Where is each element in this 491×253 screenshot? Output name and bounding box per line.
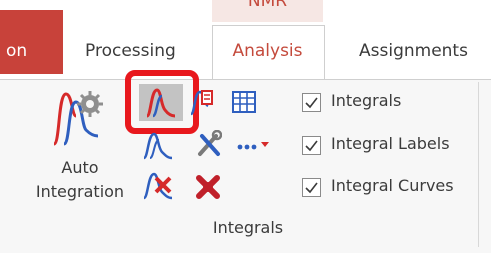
integral-table-button[interactable] [231,90,257,114]
group-label: Integrals [212,218,284,237]
integral-tools-button[interactable] [196,130,222,158]
table-icon [232,91,256,113]
tab-processing[interactable]: Processing [85,41,176,61]
integral-split-icon [142,132,173,160]
wrench-screwdriver-icon [198,130,222,156]
auto-integration-line2: Integration [35,182,125,201]
integral-split-button[interactable] [140,130,174,160]
integral-labels-label: Integral Labels [331,134,450,153]
integrals-checkbox[interactable] [302,93,321,112]
delete-all-integrals-button[interactable] [195,172,223,200]
integral-curves-label: Integral Curves [331,176,454,195]
integral-delete-peak-button[interactable] [140,170,174,200]
auto-integration-line1: Auto [61,158,99,177]
delete-x-icon [196,175,220,199]
context-title: NMR [247,0,288,11]
checkmark-icon [305,182,318,194]
checkmark-icon [305,140,318,152]
tab-analysis-label: Analysis [232,41,303,61]
checkmark-icon [305,97,318,109]
auto-integration-button[interactable]: Auto Integration [30,84,130,209]
integral-remove-icon [142,172,173,200]
auto-integration-icon [52,91,103,146]
integral-labels-checkbox[interactable] [302,136,321,155]
tab-assignments[interactable]: Assignments [359,41,468,61]
more-dots-icon [237,142,269,150]
integral-curves-checkbox[interactable] [302,178,321,197]
integral-edit-icon [190,90,213,116]
more-options-button[interactable] [236,138,270,152]
integral-edit-button[interactable] [188,88,214,116]
integrals-label: Integrals [331,91,402,110]
group-separator [478,82,479,247]
tab-file-label: on [6,41,28,61]
